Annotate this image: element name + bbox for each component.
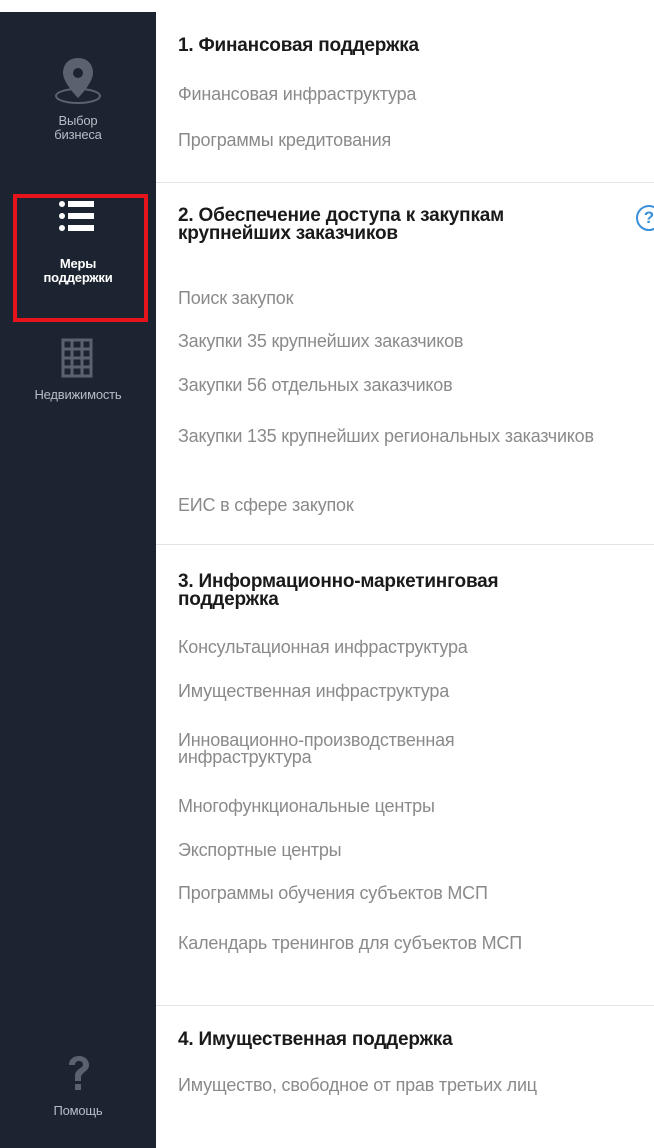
nav-label-support-measures: Меры поддержки [43,256,113,285]
sidebar: Выбор бизнеса Меры поддержки Недвижимость [0,12,156,1148]
section-divider [156,182,654,183]
link-innovation-infrastructure[interactable]: Инновационно-производственная инфраструк… [178,731,558,766]
question-icon [69,1056,89,1090]
building-grid-icon [61,338,93,378]
list-icon [59,201,94,231]
nav-label-help: Помощь [53,1103,103,1118]
link-lending-programs[interactable]: Программы кредитования [178,131,628,149]
nav-item-real-estate[interactable]: Недвижимость [0,334,156,402]
link-procurement-56[interactable]: Закупки 56 отдельных заказчиков [178,376,628,394]
nav-item-help[interactable]: Помощь [0,1052,156,1118]
nav-label-business-choice: Выбор бизнеса [54,113,102,142]
section-divider [156,1005,654,1006]
link-financial-infrastructure[interactable]: Финансовая инфраструктура [178,85,628,103]
link-free-property[interactable]: Имущество, свободное от прав третьих лиц [178,1076,618,1094]
section-divider [156,544,654,545]
link-procurement-35[interactable]: Закупки 35 крупнейших заказчиков [178,332,628,350]
link-sme-training-programs[interactable]: Программы обучения субъектов МСП [178,884,628,902]
help-icon[interactable]: ? [636,205,654,231]
nav-item-business-choice[interactable]: Выбор бизнеса [0,52,156,142]
nav-label-real-estate: Недвижимость [34,387,122,402]
link-multifunctional-centers[interactable]: Многофункциональные центры [178,797,628,815]
link-sme-training-calendar[interactable]: Календарь тренингов для субъектов МСП [178,934,598,952]
link-property-infrastructure[interactable]: Имущественная инфраструктура [178,682,628,700]
section-title-financial: 1. Финансовая поддержка [178,35,419,56]
section-title-info-marketing: 3. Информационно-маркетинговая поддержка [178,571,499,610]
support-measures-panel: 1. Финансовая поддержка Финансовая инфра… [156,12,654,1148]
link-eis-procurement[interactable]: ЕИС в сфере закупок [178,496,628,514]
top-strip [0,0,654,12]
link-procurement-search[interactable]: Поиск закупок [178,289,628,307]
link-procurement-135[interactable]: Закупки 135 крупнейших региональных зака… [178,427,618,445]
link-consulting-infrastructure[interactable]: Консультационная инфраструктура [178,638,628,656]
link-export-centers[interactable]: Экспортные центры [178,841,628,859]
nav-item-support-measures[interactable]: Меры поддержки [0,195,156,285]
map-pin-icon [55,58,101,104]
section-title-property: 4. Имущественная поддержка [178,1029,453,1050]
section-title-procurement: 2. Обеспечение доступа к закупкам крупне… [178,205,504,244]
